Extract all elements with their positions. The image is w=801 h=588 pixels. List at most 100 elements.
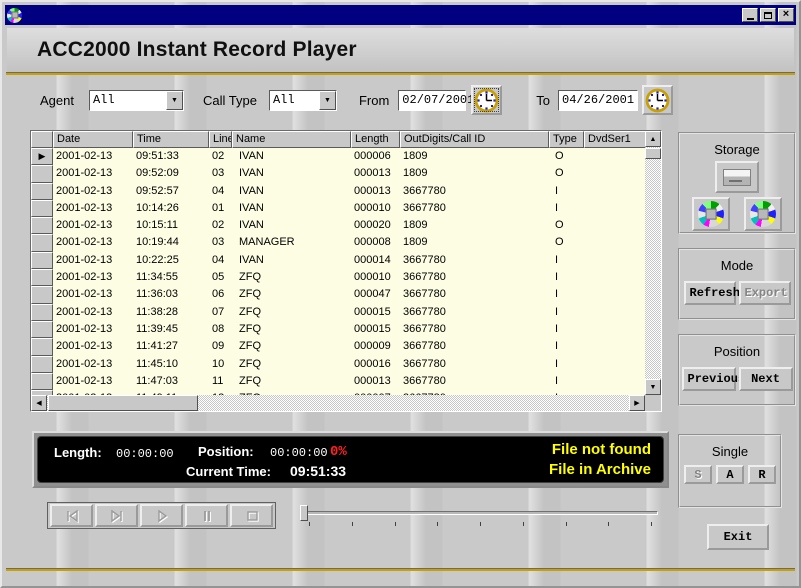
row-selector[interactable] — [31, 269, 53, 286]
to-label: To — [536, 93, 550, 108]
column-header[interactable]: Time — [133, 131, 209, 148]
previous-button[interactable]: Previous — [682, 367, 736, 391]
column-header[interactable]: OutDigits/Call ID — [400, 131, 549, 148]
table-row[interactable]: ▶2001-02-1309:51:3302IVAN0000061809O — [31, 148, 645, 165]
next-button[interactable]: Next — [739, 367, 793, 391]
table-row[interactable]: 2001-02-1310:14:2601IVAN0000103667780I — [31, 200, 645, 217]
agent-select[interactable]: All ▼ — [89, 90, 184, 111]
table-row[interactable]: 2001-02-1311:38:2807ZFQ0000153667780I — [31, 304, 645, 321]
horizontal-scrollbar-thumb[interactable] — [48, 395, 198, 411]
horizontal-scrollbar[interactable]: ◀ ▶ — [31, 395, 645, 411]
row-selector[interactable] — [31, 217, 53, 234]
exit-button[interactable]: Exit — [707, 524, 769, 550]
app-header: ACC2000 Instant Record Player — [7, 28, 794, 72]
table-cell: 3667780 — [400, 304, 549, 321]
scroll-left-icon[interactable]: ◀ — [31, 395, 47, 411]
scroll-down-icon[interactable]: ▼ — [645, 379, 661, 395]
column-header[interactable]: Length — [351, 131, 400, 148]
table-cell — [584, 252, 645, 269]
table-cell — [584, 356, 645, 373]
export-button[interactable]: Export — [739, 281, 791, 305]
table-cell: 3667780 — [400, 373, 549, 390]
single-s-button[interactable]: S — [684, 465, 712, 484]
table-cell: 11:47:03 — [133, 373, 209, 390]
to-calendar-button[interactable] — [642, 85, 673, 115]
single-r-button[interactable]: R — [748, 465, 776, 484]
row-selector[interactable] — [31, 183, 53, 200]
stop-button[interactable] — [230, 504, 273, 527]
row-selector[interactable] — [31, 252, 53, 269]
hard-disk-button[interactable] — [715, 161, 759, 193]
row-selector[interactable] — [31, 304, 53, 321]
column-header[interactable]: Line — [209, 131, 232, 148]
row-selector[interactable] — [31, 321, 53, 338]
minimize-button[interactable] — [742, 8, 758, 22]
seek-slider[interactable] — [295, 502, 662, 529]
table-row[interactable]: 2001-02-1311:39:4508ZFQ0000153667780I — [31, 321, 645, 338]
vertical-scrollbar[interactable]: ▲ ▼ — [645, 131, 661, 395]
table-cell: 02 — [209, 217, 232, 234]
table-cell: 3667780 — [400, 252, 549, 269]
table-row[interactable]: 2001-02-1310:15:1102IVAN0000201809O — [31, 217, 645, 234]
maximize-button[interactable] — [760, 8, 776, 22]
table-cell: 11:36:03 — [133, 286, 209, 303]
row-selector[interactable] — [31, 286, 53, 303]
play-button[interactable] — [140, 504, 183, 527]
display-screen: Length: 00:00:00 Position: 00:00:00 0% C… — [37, 436, 664, 483]
column-header[interactable]: DvdSer1 — [584, 131, 645, 148]
row-selector[interactable] — [31, 234, 53, 251]
column-header[interactable]: Date — [53, 131, 133, 148]
table-cell: 09 — [209, 338, 232, 355]
row-selector[interactable] — [31, 165, 53, 182]
position-percent: 0% — [330, 444, 347, 460]
call-type-select[interactable]: All ▼ — [269, 90, 337, 111]
pause-button[interactable] — [185, 504, 228, 527]
from-calendar-button[interactable] — [471, 85, 502, 115]
column-header[interactable]: Name — [232, 131, 351, 148]
cd-storage-left-button[interactable] — [692, 197, 730, 231]
column-header[interactable]: Type — [549, 131, 584, 148]
table-cell: 01 — [209, 200, 232, 217]
row-selector[interactable] — [31, 338, 53, 355]
table-row[interactable]: 2001-02-1311:47:0311ZFQ0000133667780I — [31, 373, 645, 390]
table-row[interactable]: 2001-02-1311:41:2709ZFQ0000093667780I — [31, 338, 645, 355]
table-row[interactable]: 2001-02-1309:52:5704IVAN0000133667780I — [31, 183, 645, 200]
close-button[interactable]: × — [778, 8, 794, 22]
table-row[interactable]: 2001-02-1310:19:4403MANAGER0000081809O — [31, 234, 645, 251]
slider-tick — [523, 522, 524, 526]
row-selector[interactable] — [31, 356, 53, 373]
table-row[interactable]: 2001-02-1309:52:0903IVAN0000131809O — [31, 165, 645, 182]
row-selector[interactable] — [31, 373, 53, 390]
table-row[interactable]: 2001-02-1311:36:0306ZFQ0000473667780I — [31, 286, 645, 303]
cd-storage-right-button[interactable] — [744, 197, 782, 231]
table-cell: 2001-02-13 — [53, 200, 133, 217]
slider-thumb[interactable] — [300, 505, 308, 521]
table-cell — [584, 183, 645, 200]
table-row[interactable]: 2001-02-1310:22:2504IVAN0000143667780I — [31, 252, 645, 269]
table-cell: 1809 — [400, 217, 549, 234]
refresh-button[interactable]: Refresh — [684, 281, 736, 305]
table-cell: IVAN — [232, 183, 351, 200]
current-time-label: Current Time: — [186, 464, 271, 479]
scroll-right-icon[interactable]: ▶ — [629, 395, 645, 411]
row-selector[interactable]: ▶ — [31, 148, 53, 165]
slider-tick — [608, 522, 609, 526]
chevron-down-icon[interactable]: ▼ — [166, 91, 183, 110]
table-row[interactable]: 2001-02-1311:45:1010ZFQ0000163667780I — [31, 356, 645, 373]
chevron-down-icon[interactable]: ▼ — [319, 91, 336, 110]
table-row[interactable]: 2001-02-1311:34:5505ZFQ0000103667780I — [31, 269, 645, 286]
close-icon: × — [783, 9, 789, 20]
skip-forward-button[interactable] — [95, 504, 138, 527]
scroll-up-icon[interactable]: ▲ — [645, 131, 661, 147]
to-date-input[interactable]: 04/26/2001 — [558, 90, 638, 111]
skip-back-button[interactable] — [50, 504, 93, 527]
vertical-scrollbar-thumb[interactable] — [645, 148, 661, 159]
table-cell: 2001-02-13 — [53, 183, 133, 200]
from-date-input[interactable]: 02/07/2001 — [398, 90, 466, 111]
table-cell: 11:41:27 — [133, 338, 209, 355]
table-cell: MANAGER — [232, 234, 351, 251]
slider-track[interactable] — [303, 511, 658, 515]
row-selector[interactable] — [31, 200, 53, 217]
single-a-button[interactable]: A — [716, 465, 744, 484]
cd-icon — [698, 201, 724, 227]
